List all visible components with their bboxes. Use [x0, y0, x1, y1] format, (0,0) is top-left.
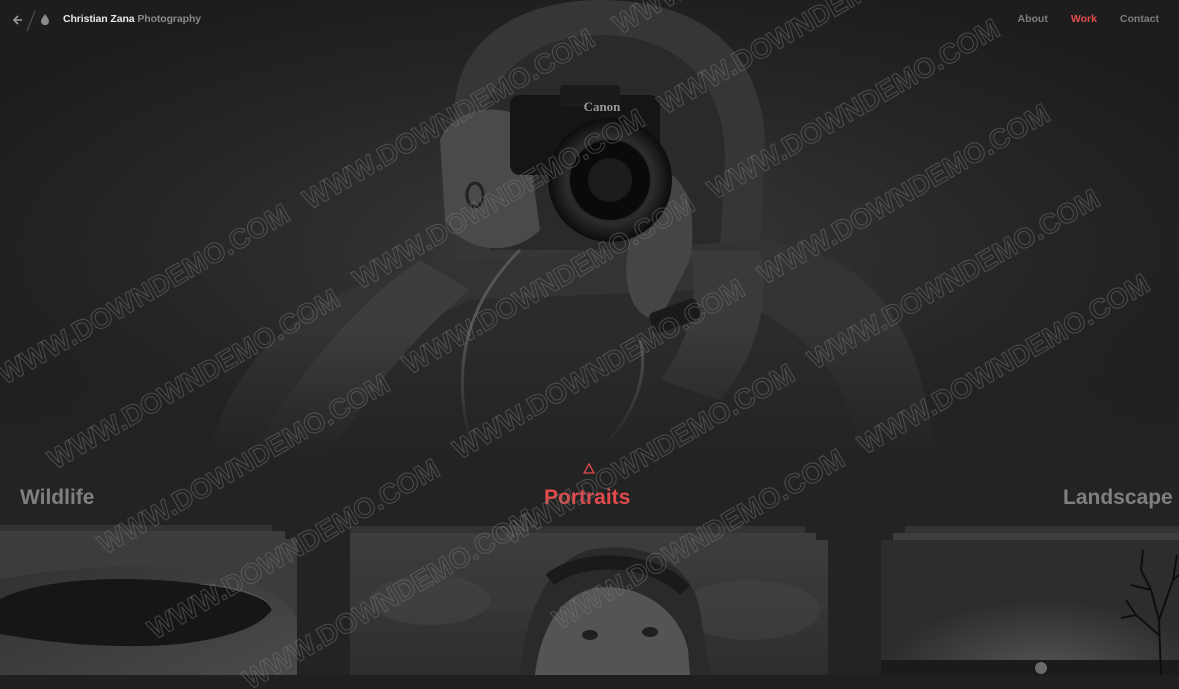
landscape-card[interactable] — [881, 540, 1179, 675]
card-stack-edge — [0, 531, 285, 539]
card-stack-edge — [350, 526, 805, 533]
card-stack-edge — [893, 533, 1179, 540]
brand-subtitle: Photography — [137, 13, 202, 25]
portraits-photo — [350, 540, 828, 675]
nav-about-link[interactable]: About — [1018, 13, 1048, 25]
category-landscape[interactable]: Landscape — [1063, 486, 1173, 510]
camera-brand-text: Canon — [584, 99, 622, 114]
category-wildlife[interactable]: Wildlife — [20, 486, 94, 510]
portfolio-page: Canon Christian Zana Photography About W… — [0, 0, 1179, 689]
nav-work-link[interactable]: Work — [1071, 13, 1097, 25]
wildlife-photo — [0, 539, 297, 675]
wildlife-card[interactable] — [0, 539, 297, 675]
portraits-card[interactable] — [350, 540, 828, 675]
card-stack-edge — [905, 526, 1179, 533]
category-portraits[interactable]: Portraits — [544, 486, 630, 510]
site-brand[interactable]: Christian Zana Photography — [63, 13, 201, 25]
landscape-photo — [881, 540, 1179, 675]
card-stack-edge — [350, 533, 816, 540]
drop-icon[interactable] — [41, 14, 49, 25]
brand-name: Christian Zana — [63, 13, 135, 25]
hero-photographer-illustration: Canon — [0, 0, 1179, 455]
nav-contact-link[interactable]: Contact — [1120, 13, 1159, 25]
site-header: Christian Zana Photography About Work Co… — [0, 0, 1179, 40]
triangle-up-outline-icon — [583, 463, 595, 474]
bottom-strip — [0, 675, 1179, 689]
main-nav: About Work Contact — [1018, 13, 1159, 25]
hero-photo: Canon — [0, 0, 1179, 455]
divider-slash — [26, 10, 36, 32]
